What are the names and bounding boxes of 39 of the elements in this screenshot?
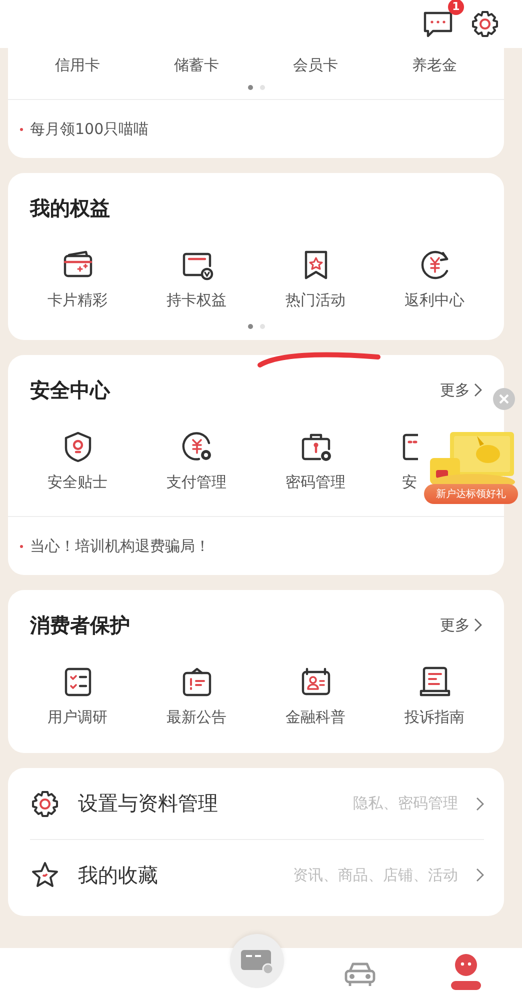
shortcut-item[interactable]: 热门活动 — [256, 247, 375, 310]
chevron-icon — [476, 796, 484, 810]
chevron-icon — [474, 618, 482, 632]
chevron-icon — [474, 383, 482, 397]
notice-link[interactable]: 当心！培训机构退费骗局！ — [30, 536, 210, 556]
category-tab[interactable]: 信用卡 — [18, 56, 137, 75]
category-tab[interactable]: 储蓄卡 — [137, 56, 256, 75]
shortcut-item[interactable]: 投诉指南 — [375, 664, 494, 727]
shortcut-item[interactable]: 用户调研 — [18, 664, 137, 727]
shortcut-item[interactable]: 安 — [402, 429, 418, 492]
settings-icon — [30, 788, 60, 818]
section-title: 安全中心 — [30, 376, 110, 404]
bullet-dot — [20, 128, 23, 130]
star-icon — [30, 860, 60, 890]
message-icon[interactable] — [422, 9, 454, 39]
shortcut-item[interactable]: 返利中心 — [375, 247, 494, 310]
notice-link[interactable]: 每月领100只喵喵 — [30, 120, 149, 138]
shortcut-item[interactable]: 支付管理 — [137, 429, 256, 492]
section-title: 我的权益 — [30, 194, 110, 222]
shortcut-item[interactable]: 最新公告 — [137, 664, 256, 727]
shortcut-item[interactable]: 金融科普 — [256, 664, 375, 727]
card-tab-icon — [239, 947, 275, 975]
notification-badge: 1 — [448, 0, 464, 15]
more-link[interactable]: 更多 — [440, 616, 482, 634]
person-icon — [448, 953, 484, 993]
category-tab[interactable]: 会员卡 — [256, 56, 375, 75]
more-link[interactable]: 更多 — [440, 380, 482, 400]
section-title: 消费者保护 — [30, 612, 130, 638]
close-icon — [499, 394, 509, 404]
shortcut-item[interactable]: 安全贴士 — [18, 429, 137, 492]
category-tab[interactable]: 养老金 — [375, 56, 494, 75]
settings-icon[interactable] — [470, 9, 500, 39]
shortcut-item[interactable]: 卡片精彩 — [18, 247, 137, 310]
shortcut-item[interactable]: 密码管理 — [256, 429, 375, 492]
shortcut-item[interactable]: 持卡权益 — [137, 247, 256, 310]
menu-item[interactable]: 设置与资料管理 隐私、密码管理 — [30, 768, 484, 839]
chevron-icon — [476, 868, 484, 882]
bullet-dot — [20, 544, 23, 548]
menu-item[interactable]: 我的收藏 资讯、商品、店铺、活动 — [30, 839, 484, 910]
